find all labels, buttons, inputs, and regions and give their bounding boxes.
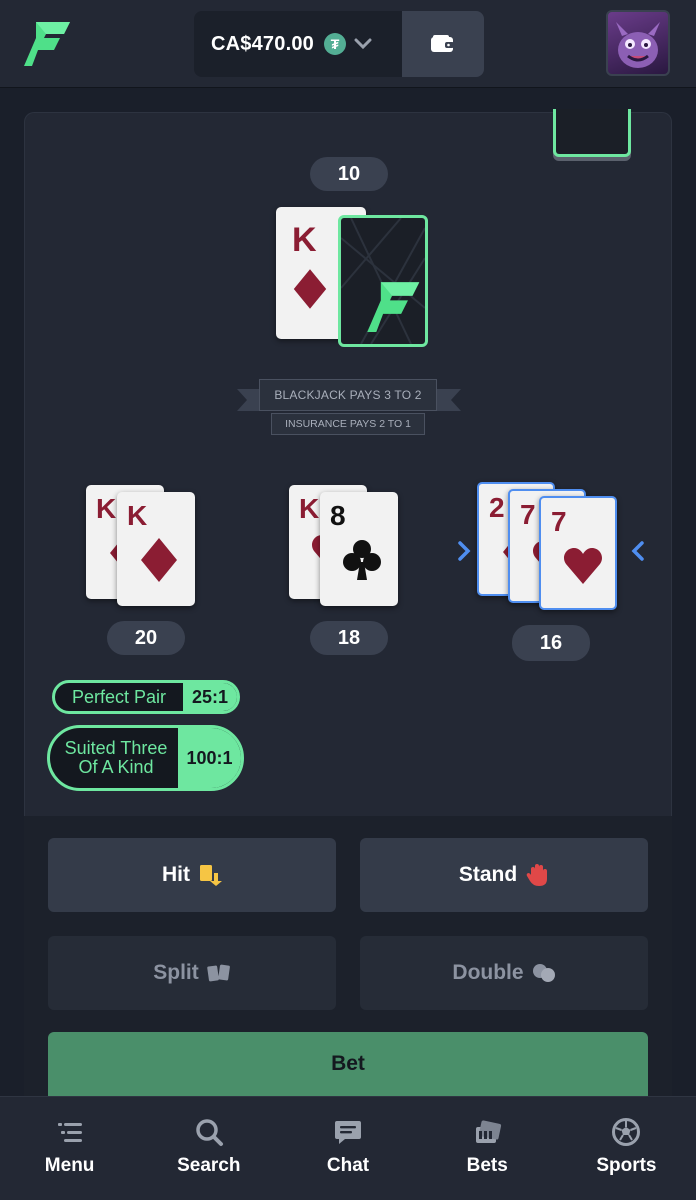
nav-bets[interactable]: Bets (418, 1097, 557, 1200)
search-icon (196, 1119, 223, 1146)
card-rank: K (96, 493, 117, 524)
split-label: Split (153, 961, 199, 984)
chat-icon (335, 1121, 361, 1144)
card-back-pattern (341, 218, 425, 344)
hand3-card-3: 7 (539, 496, 617, 610)
wallet-icon (431, 35, 454, 52)
card-rank: K (299, 493, 320, 524)
avatar[interactable] (606, 10, 670, 76)
side-bet-payout: 100:1 (178, 728, 241, 788)
menu-icon (57, 1123, 82, 1142)
hit-card-icon (200, 865, 222, 886)
nav-bets-label: Bets (466, 1155, 508, 1176)
dealer-score: 10 (310, 157, 388, 191)
nav-menu-label: Menu (44, 1155, 95, 1176)
nav-sports-label: Sports (596, 1155, 657, 1176)
card-shoe (553, 109, 631, 157)
soccer-ball-icon (612, 1118, 641, 1146)
bet-button[interactable]: Bet (48, 1032, 648, 1096)
hit-button[interactable]: Hit (48, 838, 336, 912)
hand1-card-2: K (117, 492, 195, 606)
table-rules-ribbon: BLACKJACK PAYS 3 TO 2 INSURANCE PAYS 2 T… (237, 377, 461, 435)
nav-search[interactable]: Search (139, 1097, 278, 1200)
split-button[interactable]: Split (48, 936, 336, 1010)
heart-icon (563, 544, 603, 588)
chevron-right-icon (458, 541, 471, 561)
wallet-group: CA$470.00 ₮ (194, 11, 484, 77)
insurance-payout-text: INSURANCE PAYS 2 TO 1 (271, 413, 425, 435)
wallet-button[interactable] (402, 11, 484, 77)
stand-button[interactable]: Stand (360, 838, 648, 912)
top-bar: CA$470.00 ₮ (0, 0, 696, 88)
diamond-icon (292, 269, 328, 309)
controls-panel: Hit Stand Split Double Bet (24, 816, 672, 1096)
side-bet-perfect-pair[interactable]: Perfect Pair 25:1 (52, 680, 240, 714)
card-rank: 2 (489, 492, 505, 523)
bottom-nav: Menu Search Chat Bets Sports (0, 1096, 696, 1200)
double-button[interactable]: Double (360, 936, 648, 1010)
split-cards-icon (207, 964, 230, 982)
double-chips-icon (532, 964, 555, 982)
hand-stop-icon (526, 864, 548, 886)
logo-icon[interactable] (22, 18, 74, 70)
side-bet-suited-three[interactable]: Suited Three Of A Kind 100:1 (47, 725, 244, 791)
blackjack-payout-text: BLACKJACK PAYS 3 TO 2 (259, 379, 437, 411)
nav-chat[interactable]: Chat (278, 1097, 417, 1200)
hand2-score: 18 (310, 621, 388, 655)
side-bet-label: Perfect Pair (71, 686, 167, 707)
nav-search-label: Search (177, 1155, 241, 1176)
card-rank: 7 (520, 499, 536, 530)
side-bet-payout: 25:1 (183, 683, 237, 711)
double-label: Double (452, 961, 524, 984)
hand2-card-2: 8 (320, 492, 398, 606)
nav-menu[interactable]: Menu (0, 1097, 139, 1200)
side-bet-label: Suited Three Of A Kind (64, 738, 168, 777)
chevron-left-icon (631, 541, 644, 561)
chevron-down-icon (354, 38, 372, 50)
card-rank: 7 (551, 506, 567, 537)
dealer-card-facedown (338, 215, 428, 347)
card-rank: K (292, 221, 317, 259)
diamond-icon (139, 538, 179, 582)
balance-selector[interactable]: CA$470.00 ₮ (194, 11, 402, 77)
tether-icon: ₮ (323, 33, 346, 55)
hand3-score: 16 (512, 625, 590, 661)
stand-label: Stand (458, 863, 518, 886)
card-rank: K (127, 500, 148, 531)
avatar-monster-icon (616, 22, 660, 68)
bets-icon (476, 1120, 502, 1143)
balance-amount: CA$470.00 (211, 32, 314, 55)
card-rank: 8 (330, 500, 346, 531)
nav-chat-label: Chat (326, 1155, 370, 1176)
nav-sports[interactable]: Sports (557, 1097, 696, 1200)
club-icon (342, 538, 382, 582)
hit-label: Hit (162, 863, 190, 886)
game-table: 10 K BLACKJACK PAYS 3 TO 2 INSURANCE PAY… (24, 109, 672, 817)
hand1-score: 20 (107, 621, 185, 655)
